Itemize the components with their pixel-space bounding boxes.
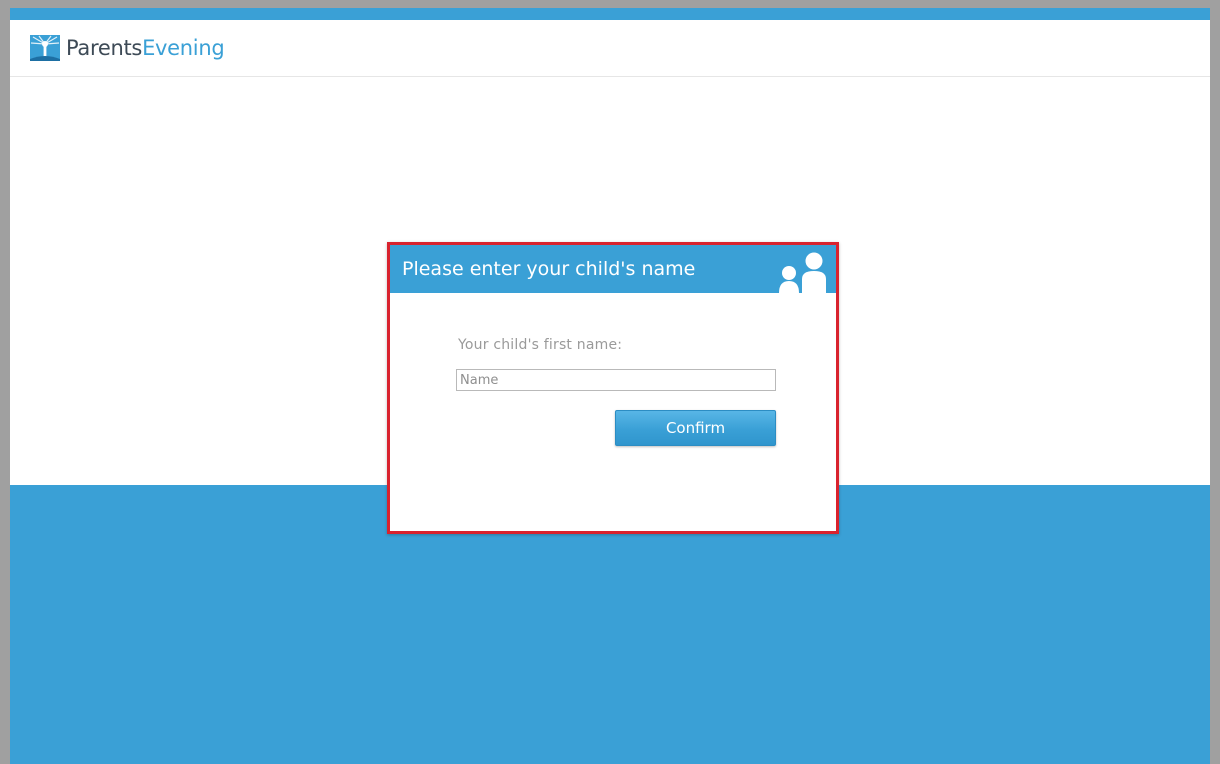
parents-evening-logo-icon <box>30 35 60 61</box>
child-name-input[interactable] <box>456 369 776 391</box>
dialog-header: Please enter your child's name <box>390 245 836 293</box>
window-frame-left <box>0 0 10 764</box>
child-name-dialog: Please enter your child's name Your chil… <box>387 242 839 534</box>
site-header: ParentsEvening <box>10 20 1210 77</box>
dialog-title: Please enter your child's name <box>402 258 696 280</box>
people-icon <box>779 252 826 293</box>
confirm-button[interactable]: Confirm <box>615 410 776 446</box>
logo-text: ParentsEvening <box>66 35 225 60</box>
child-first-name-label: Your child's first name: <box>458 337 623 353</box>
window-frame-top <box>0 0 1220 8</box>
window-frame-right <box>1210 0 1220 764</box>
logo-text-parents: Parents <box>66 35 143 60</box>
logo-text-evening: Evening <box>142 35 225 60</box>
site-logo[interactable]: ParentsEvening <box>30 32 225 64</box>
top-accent-stripe <box>10 8 1210 20</box>
